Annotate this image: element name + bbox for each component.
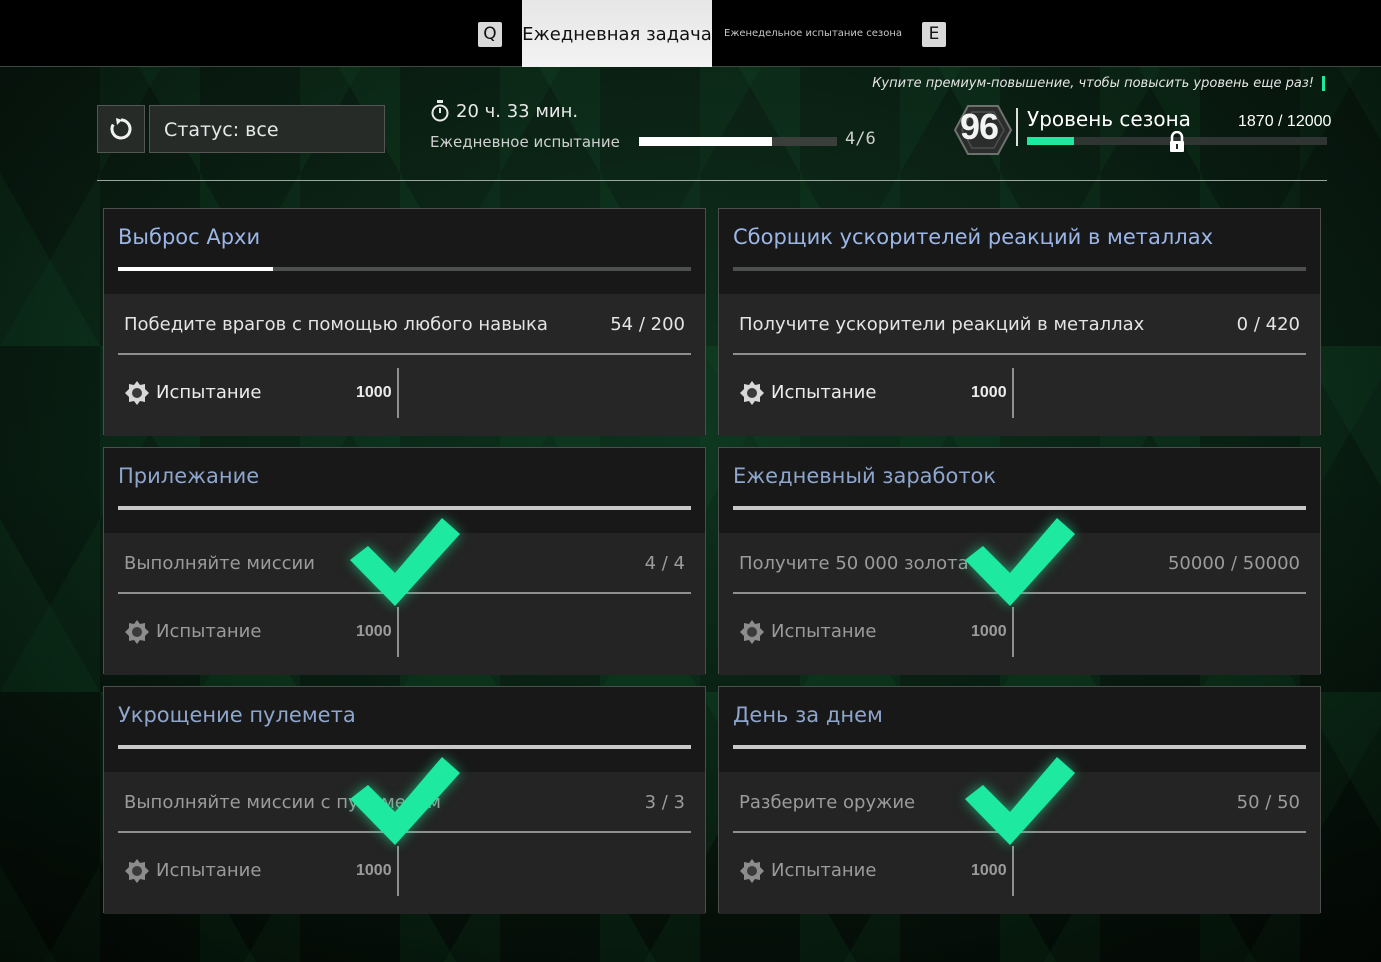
reward-label: Испытание — [156, 621, 262, 642]
season-xp-count: 1870 / 12000 — [1238, 113, 1332, 130]
challenge-card-day-by-day[interactable]: День за днем Разберите оружие 50 / 50 Ис… — [718, 686, 1321, 914]
challenge-card-machine-gun-taming[interactable]: Укрощение пулемета Выполняйте миссии с п… — [103, 686, 706, 914]
timer-text: 20 ч. 33 мин. — [456, 100, 579, 122]
card-title: Ежедневный заработок — [733, 464, 997, 488]
card-body: Получите ускорители реакций в металлах 0… — [719, 294, 1320, 436]
reward-label: Испытание — [156, 860, 262, 881]
card-progress-bar — [733, 267, 1306, 271]
season-level-number: 96 — [960, 106, 999, 147]
card-progress-fill — [733, 745, 1306, 749]
challenge-card-metal-reactor-collector[interactable]: Сборщик ускорителей реакций в металлах П… — [718, 208, 1321, 436]
status-filter-dropdown[interactable]: Статус: все — [149, 105, 385, 153]
card-title: День за днем — [733, 703, 883, 727]
card-progress-fill — [118, 267, 273, 271]
task-description: Получите ускорители реакций в металлах — [739, 314, 1145, 335]
header-separator — [97, 180, 1327, 181]
reward-value: 1000 — [971, 384, 1007, 401]
challenge-reward-icon — [125, 859, 149, 883]
tab-daily-task[interactable]: Ежедневная задача — [522, 0, 712, 67]
card-title: Выброс Архи — [118, 225, 261, 249]
task-divider — [118, 353, 691, 355]
task-description: Получите 50 000 золота — [739, 553, 969, 574]
lock-icon — [1170, 131, 1184, 152]
refresh-icon — [110, 118, 132, 140]
task-count: 54 / 200 — [610, 314, 685, 335]
card-title: Сборщик ускорителей реакций в металлах — [733, 225, 1214, 249]
reward-value: 1000 — [971, 623, 1007, 640]
card-progress-fill — [118, 506, 691, 510]
card-header: Сборщик ускорителей реакций в металлах — [719, 209, 1320, 294]
season-progress-fill — [1027, 137, 1074, 145]
tab-weekly-season-challenge[interactable]: Еженедельное испытание сезона — [724, 28, 902, 39]
completed-checkmark-icon — [350, 518, 460, 606]
season-level-label: Уровень сезона — [1027, 107, 1191, 131]
reward-value: 1000 — [356, 623, 392, 640]
card-progress-fill — [733, 506, 1306, 510]
reward-value: 1000 — [356, 862, 392, 879]
card-progress-fill — [118, 745, 691, 749]
challenge-card-arkhi-burst[interactable]: Выброс Архи Победите врагов с помощью лю… — [103, 208, 706, 436]
task-count: 3 / 3 — [644, 792, 685, 813]
completed-checkmark-icon — [965, 757, 1075, 845]
card-progress-bar — [118, 267, 691, 271]
reward-divider — [1012, 368, 1014, 418]
completed-checkmark-icon — [350, 757, 460, 845]
reward-value: 1000 — [971, 862, 1007, 879]
challenge-card-diligence[interactable]: Прилежание Выполняйте миссии 4 / 4 Испыт… — [103, 447, 706, 675]
card-progress-bar — [733, 745, 1306, 749]
reward-divider — [397, 846, 399, 896]
task-description: Разберите оружие — [739, 792, 916, 813]
reward-divider — [397, 607, 399, 657]
reward-label: Испытание — [771, 382, 877, 403]
reward-label: Испытание — [156, 382, 262, 403]
stopwatch-icon — [431, 100, 449, 122]
daily-challenge-label: Ежедневное испытание — [430, 133, 620, 151]
challenge-reward-icon — [125, 620, 149, 644]
task-description: Выполняйте миссии — [124, 553, 315, 574]
card-progress-bar — [118, 506, 691, 510]
challenge-reward-icon — [125, 381, 149, 405]
challenge-reward-icon — [740, 859, 764, 883]
daily-progress-count: 4/6 — [845, 129, 876, 149]
refresh-button[interactable] — [97, 105, 145, 153]
top-tab-bar: Q Ежедневная задача Еженедельное испытан… — [0, 0, 1381, 67]
reward-divider — [1012, 846, 1014, 896]
reward-value: 1000 — [356, 384, 392, 401]
card-title: Прилежание — [118, 464, 260, 488]
challenge-reward-icon — [740, 620, 764, 644]
card-progress-bar — [118, 745, 691, 749]
card-progress-bar — [733, 506, 1306, 510]
premium-boost-note[interactable]: Купите премиум-повышение, чтобы повысить… — [872, 76, 1325, 91]
task-count: 50000 / 50000 — [1167, 553, 1300, 574]
task-count: 50 / 50 — [1236, 792, 1300, 813]
task-divider — [733, 353, 1306, 355]
task-count: 0 / 420 — [1236, 314, 1300, 335]
challenge-reward-icon — [740, 381, 764, 405]
card-title: Укрощение пулемета — [118, 703, 356, 727]
level-divider — [1016, 108, 1018, 146]
completed-checkmark-icon — [965, 518, 1075, 606]
card-header: Выброс Архи — [104, 209, 705, 294]
daily-timer: 20 ч. 33 мин. — [430, 100, 578, 122]
key-hint-q[interactable]: Q — [478, 22, 502, 47]
reward-label: Испытание — [771, 860, 877, 881]
card-body: Победите врагов с помощью любого навыка … — [104, 294, 705, 436]
challenge-card-daily-earnings[interactable]: Ежедневный заработок Получите 50 000 зол… — [718, 447, 1321, 675]
daily-progress-fill — [639, 137, 772, 146]
daily-progress-bar — [639, 137, 837, 146]
key-hint-e[interactable]: E — [922, 22, 946, 47]
reward-divider — [397, 368, 399, 418]
reward-divider — [1012, 607, 1014, 657]
task-count: 4 / 4 — [644, 553, 685, 574]
reward-label: Испытание — [771, 621, 877, 642]
task-description: Победите врагов с помощью любого навыка — [124, 314, 548, 335]
